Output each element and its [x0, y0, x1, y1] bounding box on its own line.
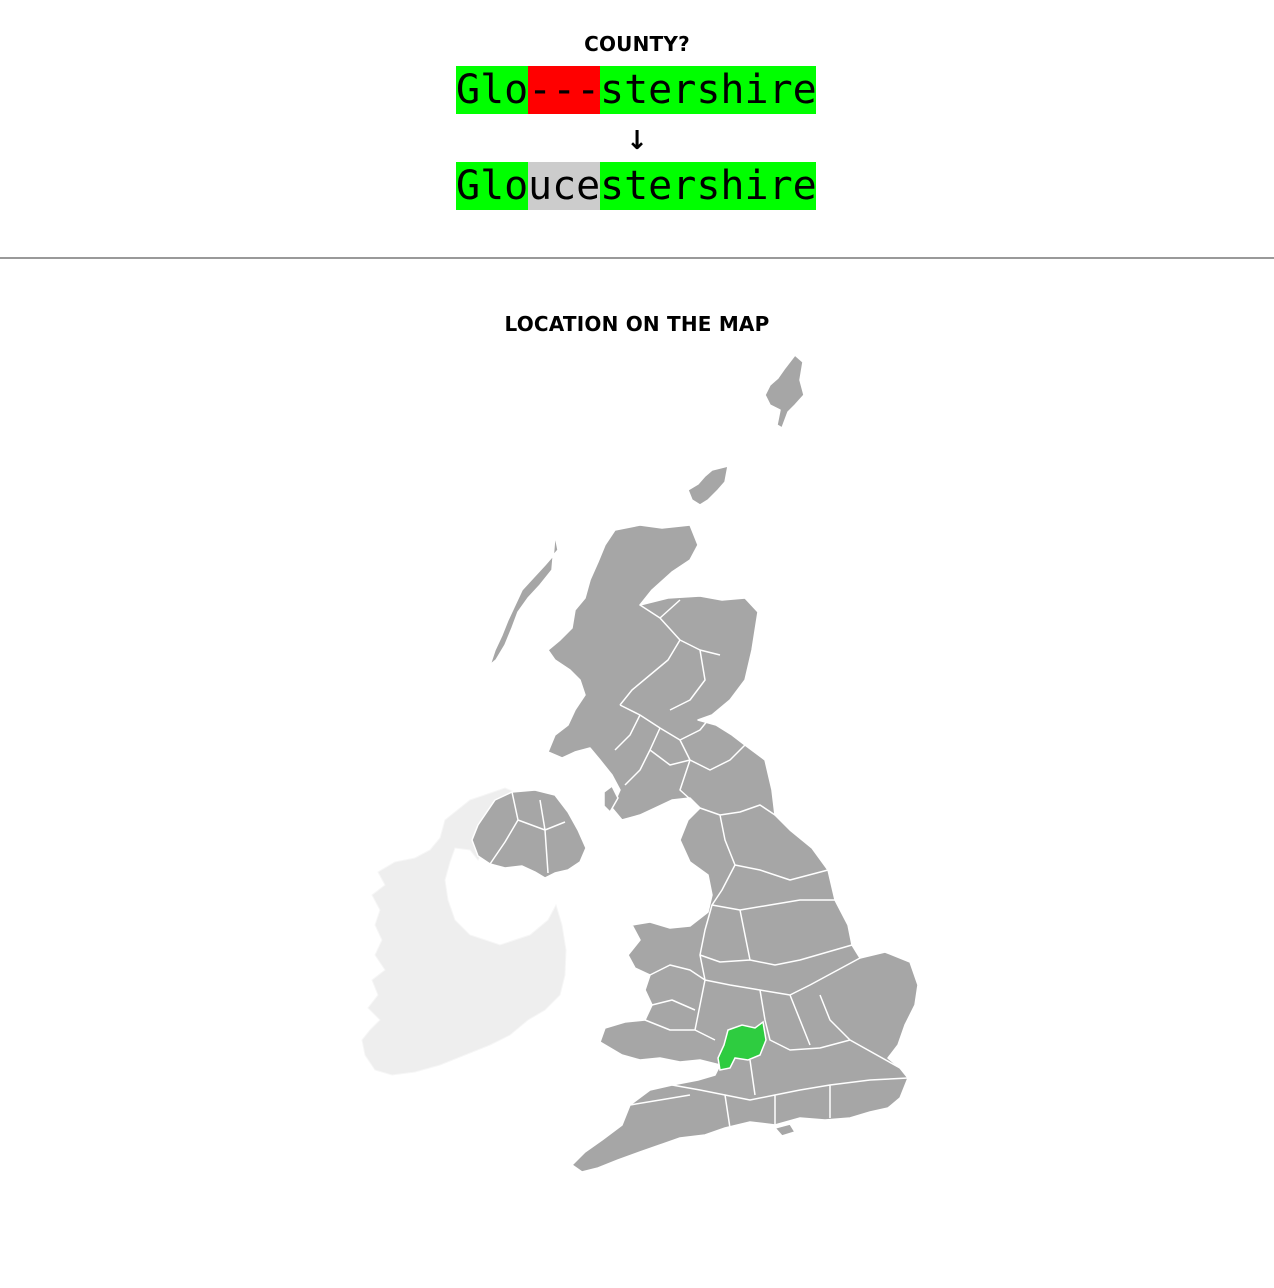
question-title: COUNTY? — [584, 32, 690, 56]
guess-missing-letters: --- — [528, 66, 600, 114]
answer-revealed-letters: uce — [528, 162, 600, 210]
great-britain — [547, 524, 919, 1173]
question-panel: COUNTY? Glo --- stershire ↓ Glo uce ster… — [0, 0, 1274, 258]
map-title: LOCATION ON THE MAP — [504, 312, 770, 336]
answer-suffix: stershire — [600, 162, 816, 210]
uk-county-map — [361, 354, 919, 1173]
orkney — [687, 465, 729, 506]
western-isles — [489, 534, 559, 666]
arrow-down-icon: ↓ — [626, 126, 648, 156]
answer-prefix: Glo — [456, 162, 528, 210]
section-divider — [0, 257, 1274, 259]
isle-of-wight — [774, 1123, 796, 1137]
guess-correct-prefix: Glo — [456, 66, 528, 114]
shetland — [764, 354, 805, 429]
answer-word: Glo uce stershire — [456, 162, 816, 210]
guess-word: Glo --- stershire — [456, 66, 816, 114]
guess-correct-suffix: stershire — [600, 66, 816, 114]
